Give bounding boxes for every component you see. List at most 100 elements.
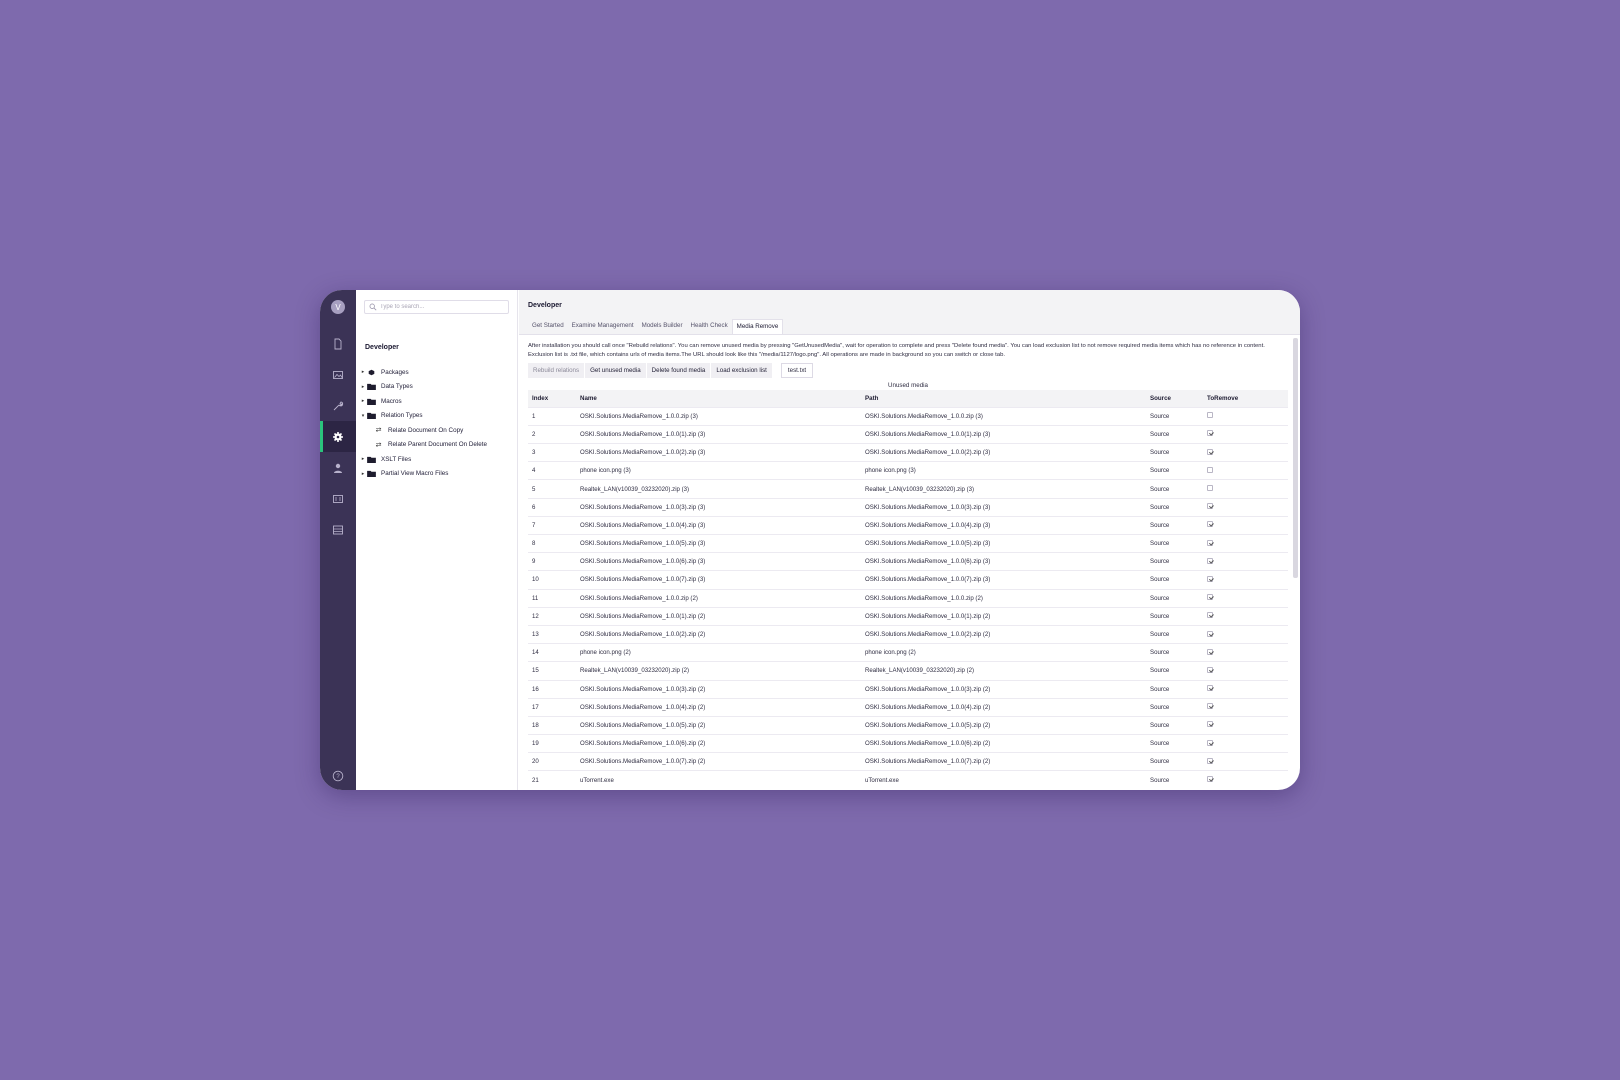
- media-icon[interactable]: [320, 359, 356, 390]
- to-remove-checkbox[interactable]: [1207, 612, 1213, 619]
- expand-caret-icon[interactable]: ▸: [359, 471, 367, 477]
- cell-source: Source: [1146, 624, 1203, 644]
- column-header-source[interactable]: Source: [1146, 390, 1203, 408]
- cell-path: OSKI.Solutions.MediaRemove_1.0.0(2).zip …: [861, 443, 1146, 462]
- cell-name: uTorrent.exe: [576, 770, 861, 790]
- column-header-name[interactable]: Name: [576, 390, 861, 408]
- expand-caret-icon[interactable]: ▸: [359, 384, 367, 390]
- column-header-index[interactable]: Index: [528, 390, 576, 408]
- users-icon[interactable]: [320, 452, 356, 483]
- to-remove-checkbox[interactable]: [1207, 557, 1213, 564]
- collapse-caret-icon[interactable]: ▾: [359, 413, 367, 419]
- cell-source: Source: [1146, 697, 1203, 717]
- content-icon[interactable]: [320, 328, 356, 359]
- to-remove-checkbox[interactable]: [1207, 521, 1213, 528]
- tree-item-data-types[interactable]: ▸ Data Types: [356, 380, 517, 395]
- package-icon: [368, 369, 375, 376]
- to-remove-checkbox[interactable]: [1207, 648, 1213, 655]
- to-remove-checkbox[interactable]: [1207, 721, 1213, 728]
- to-remove-checkbox[interactable]: [1207, 485, 1213, 492]
- tab-models-builder[interactable]: Models Builder: [638, 319, 687, 334]
- expand-caret-icon[interactable]: ▸: [359, 369, 367, 375]
- to-remove-checkbox[interactable]: [1207, 575, 1213, 582]
- cell-path: OSKI.Solutions.MediaRemove_1.0.0(3).zip …: [861, 497, 1146, 517]
- delete-found-media-button[interactable]: Delete found media: [646, 363, 711, 379]
- cell-index: 12: [528, 606, 576, 626]
- table-row: 2 OSKI.Solutions.MediaRemove_1.0.0(1).zip…: [528, 424, 1288, 444]
- cell-index: 7: [528, 515, 576, 535]
- tree-item-relate-document-on-copy[interactable]: ⇄ Relate Document On Copy: [356, 423, 517, 438]
- help-icon[interactable]: ?: [320, 770, 356, 782]
- table-row: 3 OSKI.Solutions.MediaRemove_1.0.0(2).zip…: [528, 443, 1288, 462]
- tree-item-xslt-files[interactable]: ▸ XSLT Files: [356, 452, 517, 467]
- to-remove-checkbox[interactable]: [1207, 594, 1213, 601]
- load-exclusion-list-button[interactable]: Load exclusion list: [711, 363, 772, 379]
- tree-item-relation-types[interactable]: ▾ Relation Types: [356, 409, 517, 424]
- expand-caret-icon[interactable]: ▸: [359, 456, 367, 462]
- cell-source: Source: [1146, 752, 1203, 771]
- to-remove-checkbox[interactable]: [1207, 430, 1213, 437]
- to-remove-checkbox[interactable]: [1207, 739, 1213, 746]
- tree-item-partial-view-macro-files[interactable]: ▸ Partial View Macro Files: [356, 467, 517, 482]
- vertical-scrollbar[interactable]: [1293, 338, 1298, 578]
- cell-toremove: [1203, 479, 1288, 499]
- to-remove-checkbox[interactable]: [1207, 703, 1213, 710]
- to-remove-checkbox[interactable]: [1207, 466, 1213, 473]
- cell-name: phone icon.png (2): [576, 643, 861, 662]
- tab-examine-management[interactable]: Examine Management: [568, 319, 638, 334]
- to-remove-checkbox[interactable]: [1207, 757, 1213, 764]
- avatar[interactable]: V: [331, 300, 345, 314]
- tree-item-label: Macros: [381, 397, 402, 405]
- search-box[interactable]: [364, 300, 509, 314]
- to-remove-checkbox[interactable]: [1207, 412, 1213, 419]
- tab-health-check[interactable]: Health Check: [687, 319, 732, 334]
- tree-item-label: XSLT Files: [381, 455, 412, 463]
- forms-icon[interactable]: [320, 514, 356, 545]
- cell-path: OSKI.Solutions.MediaRemove_1.0.0(2).zip …: [861, 624, 1146, 644]
- cell-source: Source: [1146, 734, 1203, 753]
- cell-toremove: [1203, 461, 1288, 480]
- media-remove-content: After installation you should call once …: [519, 336, 1290, 790]
- cell-path: OSKI.Solutions.MediaRemove_1.0.0(1).zip …: [861, 606, 1146, 626]
- to-remove-checkbox[interactable]: [1207, 630, 1213, 637]
- table-row: 12 OSKI.Solutions.MediaRemove_1.0.0(1).zi…: [528, 606, 1288, 626]
- to-remove-checkbox[interactable]: [1207, 503, 1213, 510]
- developer-gear-icon[interactable]: [320, 421, 356, 452]
- expand-caret-icon[interactable]: ▸: [359, 398, 367, 404]
- exclusion-file-field[interactable]: test.txt: [780, 363, 814, 379]
- cell-name: OSKI.Solutions.MediaRemove_1.0.0(2).zip …: [576, 443, 861, 462]
- unused-media-table: Index Name Path Source ToRemove 1 OSKI.So…: [528, 390, 1288, 790]
- to-remove-checkbox[interactable]: [1207, 666, 1213, 673]
- to-remove-checkbox[interactable]: [1207, 685, 1213, 692]
- to-remove-checkbox[interactable]: [1207, 776, 1213, 783]
- tree-item-packages[interactable]: ▸ Packages: [356, 365, 517, 380]
- tab-get-started[interactable]: Get Started: [528, 319, 568, 334]
- tree-item-relate-parent-document-on-delete[interactable]: ⇄ Relate Parent Document On Delete: [356, 438, 517, 453]
- cell-path: OSKI.Solutions.MediaRemove_1.0.0(7).zip …: [861, 752, 1146, 771]
- tree-item-macros[interactable]: ▸ Macros: [356, 394, 517, 409]
- cell-toremove: [1203, 533, 1288, 553]
- cell-name: OSKI.Solutions.MediaRemove_1.0.0(5).zip …: [576, 715, 861, 735]
- to-remove-checkbox[interactable]: [1207, 539, 1213, 546]
- cell-source: Source: [1146, 533, 1203, 553]
- settings-wrench-icon[interactable]: [320, 390, 356, 421]
- column-header-toremove[interactable]: ToRemove: [1203, 390, 1288, 408]
- get-unused-media-button[interactable]: Get unused media: [585, 363, 646, 379]
- cell-path: OSKI.Solutions.MediaRemove_1.0.0(4).zip …: [861, 515, 1146, 535]
- cell-source: Source: [1146, 715, 1203, 735]
- to-remove-checkbox[interactable]: [1207, 448, 1213, 455]
- cell-path: OSKI.Solutions.MediaRemove_1.0.0(5).zip …: [861, 533, 1146, 553]
- tab-media-remove[interactable]: Media Remove: [731, 319, 784, 334]
- table-row: 13 OSKI.Solutions.MediaRemove_1.0.0(2).zi…: [528, 624, 1288, 644]
- rebuild-relations-button[interactable]: Rebuild relations: [528, 363, 585, 379]
- cell-name: OSKI.Solutions.MediaRemove_1.0.0(3).zip …: [576, 679, 861, 699]
- column-header-path[interactable]: Path: [861, 390, 1146, 408]
- table-row: 11 OSKI.Solutions.MediaRemove_1.0.0.zip (…: [528, 588, 1288, 608]
- cell-toremove: [1203, 406, 1288, 426]
- search-input[interactable]: [380, 304, 500, 310]
- cell-name: OSKI.Solutions.MediaRemove_1.0.0.zip (3): [576, 406, 861, 426]
- table-row: 21 uTorrent.exe uTorrent.exe Source: [528, 770, 1288, 790]
- cell-source: Source: [1146, 552, 1203, 571]
- members-icon[interactable]: [320, 483, 356, 514]
- cell-toremove: [1203, 697, 1288, 717]
